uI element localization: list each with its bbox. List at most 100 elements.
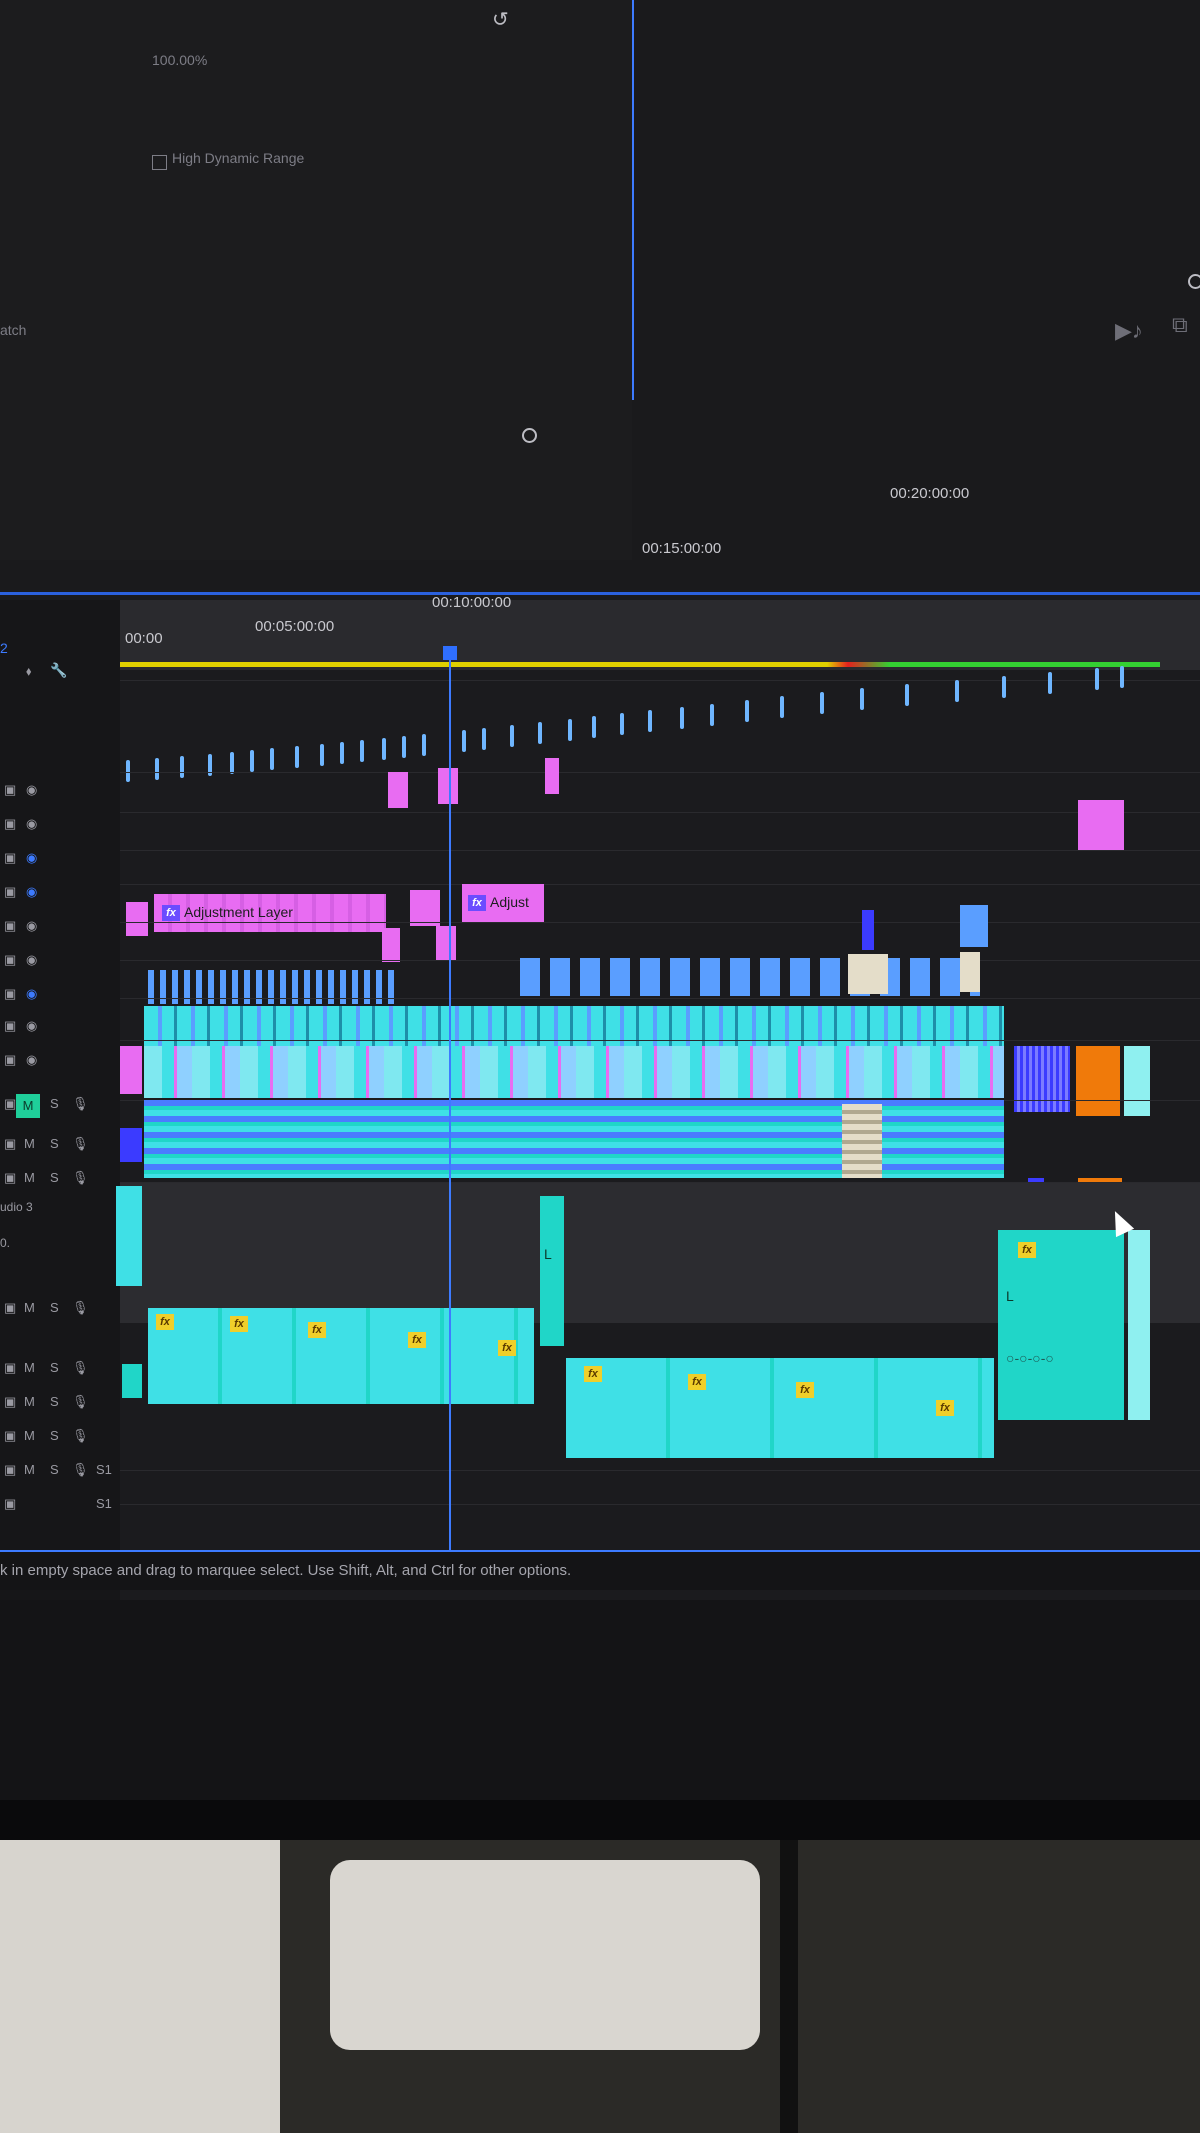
- timeline-marker[interactable]: [538, 722, 542, 744]
- film-icon[interactable]: ▣: [4, 1394, 16, 1410]
- audio-track-a4[interactable]: [120, 1470, 1200, 1505]
- mic-icon[interactable]: 🎙: [72, 1170, 89, 1186]
- timeline-marker[interactable]: [648, 710, 652, 732]
- zoom-value[interactable]: 100.00%: [152, 52, 207, 68]
- video-clip[interactable]: [960, 905, 988, 947]
- solo-button[interactable]: S: [50, 1360, 59, 1375]
- solo-button[interactable]: S: [50, 1170, 59, 1185]
- film-icon[interactable]: ▣: [4, 1428, 16, 1444]
- timeline-marker[interactable]: [745, 700, 749, 722]
- timeline-marker[interactable]: [320, 744, 324, 766]
- timeline-marker[interactable]: [710, 704, 714, 726]
- video-clip[interactable]: [382, 928, 400, 962]
- mic-icon[interactable]: 🎙: [72, 1394, 89, 1410]
- film-icon[interactable]: ▣: [4, 1052, 16, 1068]
- video-clip[interactable]: [1078, 800, 1124, 850]
- hdr-checkbox[interactable]: [152, 155, 167, 170]
- mute-button[interactable]: M: [24, 1360, 35, 1375]
- film-icon[interactable]: ▣: [4, 986, 16, 1002]
- film-icon[interactable]: ▣: [4, 1170, 16, 1186]
- eye-icon[interactable]: ◉: [26, 850, 37, 866]
- film-icon[interactable]: ▣: [4, 782, 16, 798]
- film-icon[interactable]: ▣: [4, 918, 16, 934]
- timeline-marker[interactable]: [295, 746, 299, 768]
- audio-clip[interactable]: [1128, 1230, 1150, 1420]
- timeline-marker[interactable]: [955, 680, 959, 702]
- timeline-marker[interactable]: [510, 725, 514, 747]
- solo-button[interactable]: S: [50, 1462, 59, 1477]
- timeline-marker[interactable]: [680, 707, 684, 729]
- mic-icon[interactable]: 🎙: [72, 1136, 89, 1152]
- undo-icon[interactable]: ↺: [492, 10, 512, 30]
- timeline-marker[interactable]: [860, 688, 864, 710]
- mute-button[interactable]: M: [24, 1136, 35, 1151]
- mute-button[interactable]: M: [24, 1170, 35, 1185]
- volume-value[interactable]: 0.: [0, 1236, 10, 1250]
- timeline-marker[interactable]: [230, 752, 234, 774]
- mute-button-active[interactable]: M: [16, 1094, 40, 1118]
- timeline-marker[interactable]: [905, 684, 909, 706]
- eye-icon[interactable]: ◉: [26, 918, 37, 934]
- film-icon[interactable]: ▣: [4, 850, 16, 866]
- playhead-line[interactable]: [449, 660, 451, 1580]
- audio-clip-group[interactable]: fx fx fx fx fx: [148, 1308, 534, 1404]
- scrub-handle-right-icon[interactable]: [1188, 274, 1200, 289]
- eye-icon[interactable]: ◉: [26, 1018, 37, 1034]
- eye-icon[interactable]: ◉: [26, 986, 37, 1002]
- wrench-icon[interactable]: 🔧: [50, 662, 67, 679]
- mic-icon[interactable]: 🎙: [72, 1300, 89, 1316]
- audio-clip-group[interactable]: fx fx fx fx: [566, 1358, 994, 1458]
- mute-button[interactable]: M: [24, 1462, 35, 1477]
- solo-button[interactable]: S: [50, 1428, 59, 1443]
- film-icon[interactable]: ▣: [4, 816, 16, 832]
- video-clip[interactable]: [545, 758, 559, 794]
- timeline-marker[interactable]: [402, 736, 406, 758]
- mic-icon[interactable]: 🎙: [72, 1360, 89, 1376]
- audio-clip[interactable]: [842, 1104, 882, 1178]
- mic-icon[interactable]: 🎙: [72, 1096, 89, 1112]
- panel-divider[interactable]: [632, 0, 634, 400]
- film-icon[interactable]: ▣: [4, 1360, 16, 1376]
- audio-clip[interactable]: [116, 1186, 142, 1286]
- video-clip-group[interactable]: [520, 958, 980, 996]
- eye-icon[interactable]: ◉: [26, 884, 37, 900]
- timeline-marker[interactable]: [820, 692, 824, 714]
- timeline-marker[interactable]: [462, 730, 466, 752]
- film-icon[interactable]: ▣: [4, 1300, 16, 1316]
- solo-button[interactable]: S: [50, 1394, 59, 1409]
- video-track-v7[interactable]: [120, 850, 1200, 885]
- timeline-marker[interactable]: [568, 719, 572, 741]
- video-track-v9[interactable]: [120, 772, 1200, 807]
- timeline-marker[interactable]: [1095, 668, 1099, 690]
- audio-clip[interactable]: [120, 1128, 142, 1162]
- timeline-marker[interactable]: [1002, 676, 1006, 698]
- time-ruler[interactable]: 00:00 00:05:00:00 00:10:00:00: [120, 594, 1200, 670]
- adjust-clip[interactable]: fx Adjust: [462, 884, 544, 922]
- keyframes-icon[interactable]: ○-○-○-○: [1006, 1350, 1054, 1366]
- mute-button[interactable]: M: [24, 1428, 35, 1443]
- film-icon[interactable]: ▣: [4, 884, 16, 900]
- audio-clip[interactable]: [122, 1364, 142, 1398]
- timeline-marker[interactable]: [360, 740, 364, 762]
- adjustment-clip[interactable]: [410, 890, 440, 926]
- timeline-marker[interactable]: [592, 716, 596, 738]
- solo-button[interactable]: S: [50, 1136, 59, 1151]
- audio-track-a5[interactable]: [120, 1504, 1200, 1539]
- eye-icon[interactable]: ◉: [26, 816, 37, 832]
- video-clip[interactable]: [120, 1046, 142, 1094]
- video-track-v8[interactable]: [120, 812, 1200, 847]
- timeline-marker[interactable]: [1120, 666, 1124, 688]
- video-clip-group[interactable]: [144, 1046, 1004, 1098]
- eye-icon[interactable]: ◉: [26, 952, 37, 968]
- timeline-panel[interactable]: 00:00 00:05:00:00 00:10:00:00 00:15:00:0…: [116, 485, 1200, 1600]
- playhead-handle[interactable]: [443, 646, 457, 660]
- timeline-marker[interactable]: [340, 742, 344, 764]
- mute-button[interactable]: M: [24, 1300, 35, 1315]
- export-frame-icon[interactable]: ⧉: [1172, 312, 1188, 338]
- video-clip[interactable]: [388, 772, 408, 808]
- solo-button[interactable]: S: [50, 1300, 59, 1315]
- timeline-marker[interactable]: [1048, 672, 1052, 694]
- mute-button[interactable]: M: [24, 1394, 35, 1409]
- timeline-marker[interactable]: [620, 713, 624, 735]
- timeline-marker[interactable]: [382, 738, 386, 760]
